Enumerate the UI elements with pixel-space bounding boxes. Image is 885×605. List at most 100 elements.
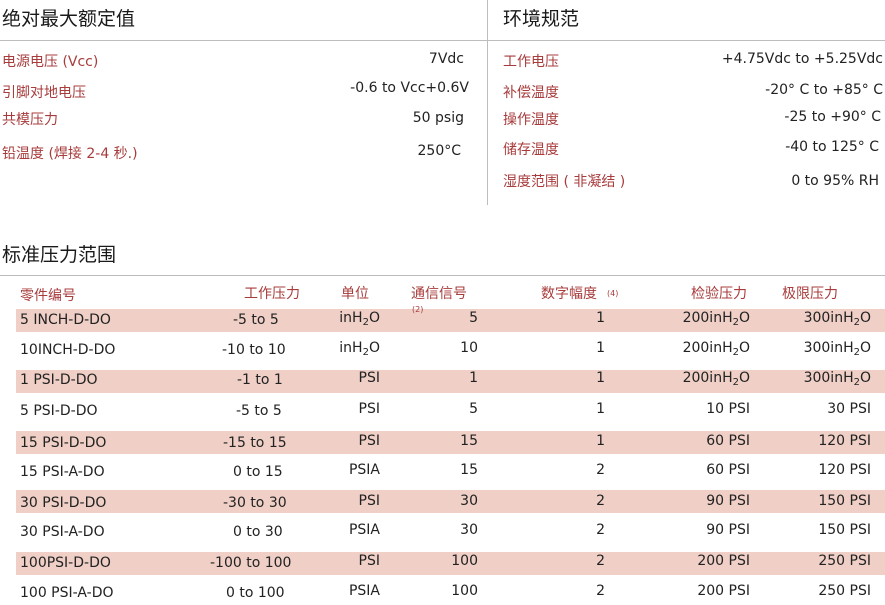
cell-digits: 2: [596, 522, 605, 538]
cell-range: -30 to 30: [223, 495, 287, 511]
cell-comm: 30: [460, 493, 478, 509]
col-header-range: 工作压力: [244, 286, 300, 302]
abs-max-title: 绝对最大额定值: [2, 8, 136, 30]
cell-digits: 2: [596, 462, 605, 478]
env-value: 0 to 95% RH: [791, 173, 879, 189]
row-band: [16, 490, 885, 513]
cell-unit: PSIA: [348, 522, 380, 538]
cell-digits: 1: [596, 433, 605, 449]
env-value: -20° C to +85° C: [765, 82, 883, 98]
cell-unit: PSI: [358, 493, 380, 509]
col-header-unit: 单位: [341, 286, 369, 302]
env-label: 工作电压: [503, 54, 559, 70]
cell-unit: inH2O: [339, 310, 380, 328]
env-value: -40 to 125° C: [785, 139, 879, 155]
cell-comm: 10: [460, 340, 478, 356]
cell-range: -100 to 100: [210, 555, 292, 571]
abs-max-value: 50 psig: [412, 110, 464, 126]
cell-range: -5 to 5: [233, 312, 279, 328]
env-label: 操作温度: [503, 112, 559, 128]
cell-part: 5 PSI-D-DO: [20, 403, 98, 419]
env-label: 补偿温度: [503, 85, 559, 101]
cell-proof: 60 PSI: [706, 462, 750, 478]
col-header-digits: 数字幅度: [541, 286, 597, 302]
cell-unit: PSI: [358, 370, 380, 386]
cell-comm: 1: [469, 370, 478, 386]
abs-max-label: 共模压力: [2, 112, 58, 128]
cell-part: 30 PSI-A-DO: [20, 524, 105, 540]
abs-max-rule: [0, 40, 487, 41]
abs-max-value: -0.6 to Vcc+0.6V: [350, 80, 469, 96]
cell-part: 100 PSI-A-DO: [20, 585, 114, 601]
cell-range: -1 to 1: [237, 372, 283, 388]
col-header-comm-note: (2): [412, 305, 424, 314]
cell-range: -5 to 5: [236, 403, 282, 419]
cell-part: 5 INCH-D-DO: [20, 312, 111, 328]
cell-proof: 200inH2O: [682, 370, 750, 388]
cell-comm: 5: [469, 401, 478, 417]
col-header-burst: 极限压力: [782, 286, 838, 302]
col-header-proof: 检验压力: [691, 286, 747, 302]
abs-max-value: 7Vdc: [428, 51, 464, 67]
env-rule: [488, 40, 885, 41]
cell-unit: PSIA: [348, 462, 380, 478]
cell-unit: PSI: [358, 401, 380, 417]
cell-burst: 150 PSI: [818, 493, 871, 509]
cell-range: -15 to 15: [223, 435, 287, 451]
col-header-part: 零件编号: [20, 288, 76, 304]
cell-proof: 200 PSI: [697, 583, 750, 599]
cell-digits: 2: [596, 493, 605, 509]
cell-part: 15 PSI-D-DO: [20, 435, 107, 451]
section-divider: [487, 0, 488, 205]
cell-part: 1 PSI-D-DO: [20, 372, 98, 388]
row-band: [16, 309, 885, 332]
row-band: [16, 431, 885, 454]
std-title: 标准压力范围: [2, 244, 117, 266]
cell-burst: 30 PSI: [827, 401, 871, 417]
cell-range: 0 to 30: [233, 524, 283, 540]
cell-burst: 120 PSI: [818, 462, 871, 478]
cell-range: -10 to 10: [222, 342, 286, 358]
cell-comm: 100: [451, 583, 478, 599]
cell-proof: 200 PSI: [697, 553, 750, 569]
abs-max-label: 铅温度 (焊接 2-4 秒.): [2, 146, 138, 162]
cell-proof: 10 PSI: [706, 401, 750, 417]
cell-comm: 5: [469, 310, 478, 326]
cell-range: 0 to 100: [226, 585, 285, 601]
env-label: 湿度范围 ( 非凝结 ): [503, 174, 626, 190]
cell-digits: 2: [596, 553, 605, 569]
cell-burst: 250 PSI: [818, 583, 871, 599]
env-value: -25 to +90° C: [784, 109, 881, 125]
cell-proof: 200inH2O: [682, 310, 750, 328]
cell-unit: inH2O: [339, 340, 380, 358]
env-label: 储存温度: [503, 142, 559, 158]
col-header-comm: 通信信号: [411, 286, 467, 302]
cell-burst: 250 PSI: [818, 553, 871, 569]
cell-part: 100PSI-D-DO: [20, 555, 111, 571]
cell-unit: PSI: [358, 433, 380, 449]
cell-part: 30 PSI-D-DO: [20, 495, 107, 511]
col-header-digits-note: (4): [607, 289, 619, 298]
cell-unit: PSI: [358, 553, 380, 569]
cell-digits: 1: [596, 340, 605, 356]
cell-comm: 15: [460, 433, 478, 449]
cell-digits: 1: [596, 310, 605, 326]
env-title: 环境规范: [503, 8, 580, 30]
cell-burst: 300inH2O: [803, 340, 871, 358]
env-value: +4.75Vdc to +5.25Vdc: [721, 51, 883, 67]
cell-range: 0 to 15: [233, 464, 283, 480]
cell-proof: 90 PSI: [706, 522, 750, 538]
cell-comm: 30: [460, 522, 478, 538]
abs-max-label: 电源电压 (Vcc): [2, 54, 99, 70]
cell-comm: 100: [451, 553, 478, 569]
cell-proof: 200inH2O: [682, 340, 750, 358]
cell-burst: 120 PSI: [818, 433, 871, 449]
cell-digits: 1: [596, 401, 605, 417]
cell-burst: 300inH2O: [803, 370, 871, 388]
cell-proof: 60 PSI: [706, 433, 750, 449]
std-rule: [0, 275, 885, 276]
abs-max-value: 250°C: [417, 143, 462, 159]
cell-part: 10INCH-D-DO: [20, 342, 116, 358]
row-band: [16, 370, 885, 393]
cell-comm: 15: [460, 462, 478, 478]
